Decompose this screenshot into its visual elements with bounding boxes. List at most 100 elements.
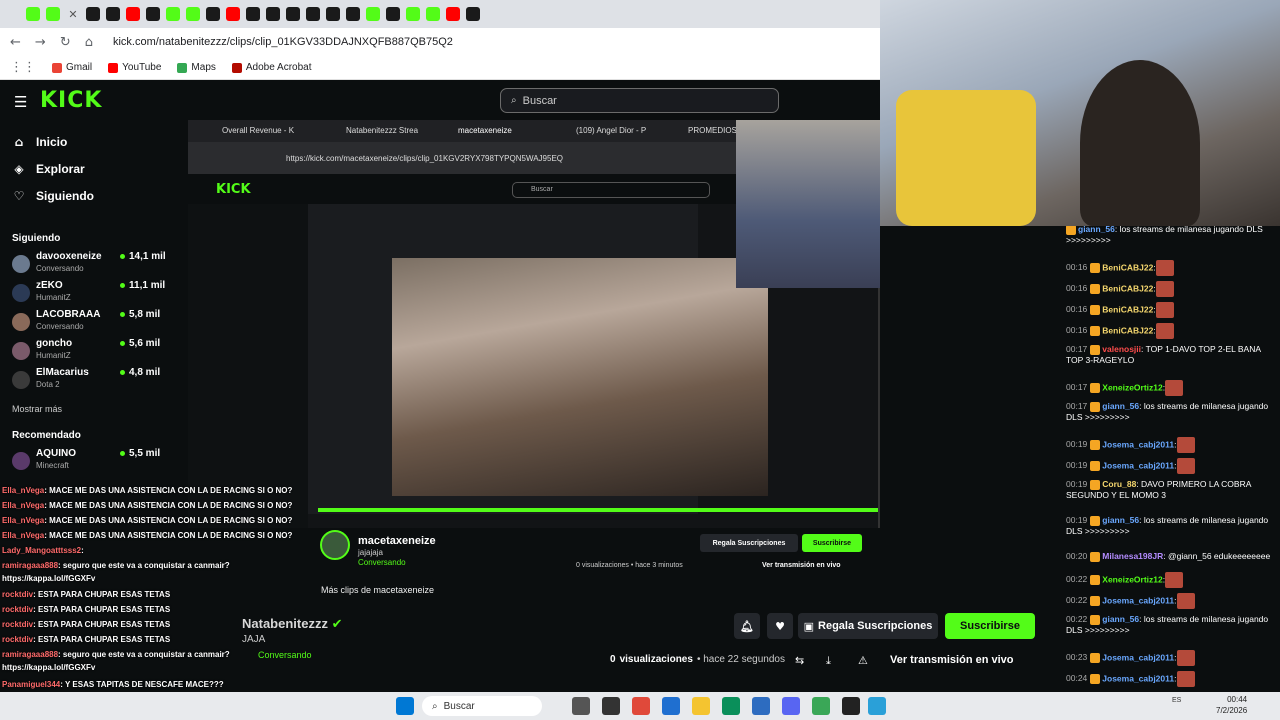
- chat-username[interactable]: Josema_cabj2011: [1102, 595, 1174, 605]
- browser-tab[interactable]: [246, 7, 260, 21]
- clip-live-link[interactable]: Ver transmisión en vivo: [762, 562, 841, 569]
- chat-username[interactable]: BeniCABJ22: [1102, 325, 1153, 335]
- chat-username[interactable]: Josema_cabj2011: [1102, 439, 1174, 449]
- chat-username[interactable]: valenosjii: [1102, 344, 1141, 354]
- chat-username[interactable]: Milanesa198JR: [1102, 551, 1163, 561]
- clip-subscribe-button[interactable]: Suscribirse: [802, 534, 862, 552]
- browser-tab[interactable]: [386, 7, 400, 21]
- home-icon[interactable]: ⌂: [85, 35, 93, 50]
- nav-inicio[interactable]: ⌂ Inicio: [12, 135, 68, 149]
- browser-tab[interactable]: [426, 7, 440, 21]
- browser-tab[interactable]: [206, 7, 220, 21]
- sub-badge-icon: [1090, 674, 1101, 684]
- clip-channel-avatar[interactable]: [320, 530, 350, 560]
- apps-icon[interactable]: ⋮⋮: [10, 60, 36, 75]
- chat-username[interactable]: BeniCABJ22: [1102, 283, 1153, 293]
- inner-progress[interactable]: [318, 508, 878, 512]
- browser-tab[interactable]: [226, 7, 240, 21]
- reload-icon[interactable]: ↻: [60, 35, 71, 50]
- nav-explorar[interactable]: ◈ Explorar: [12, 162, 84, 176]
- browser-tab[interactable]: [266, 7, 280, 21]
- app-icon[interactable]: [868, 697, 886, 715]
- following-item[interactable]: zEKO HumanitZ 11,1 mil: [12, 280, 182, 308]
- overlay-chat-line: rocktdiv: ESTA PARA CHUPAR ESAS TETAS: [2, 620, 171, 629]
- browser-tab[interactable]: [26, 7, 40, 21]
- subscribe-button[interactable]: Suscribirse: [945, 613, 1035, 639]
- app-icon[interactable]: [752, 697, 770, 715]
- chrome-profile-icon[interactable]: [812, 697, 830, 715]
- chat-username[interactable]: Josema_cabj2011: [1102, 460, 1174, 470]
- notification-bell-icon[interactable]: 🔔︎: [734, 613, 760, 639]
- inner-kick-header: KICK Buscar: [188, 174, 736, 204]
- menu-icon[interactable]: ☰: [14, 93, 27, 111]
- stream-video[interactable]: Overall Revenue - K Natabenitezzz Strea …: [188, 120, 880, 528]
- browser-tab[interactable]: [346, 7, 360, 21]
- app-icon[interactable]: [602, 697, 620, 715]
- sub-badge-icon: [1090, 653, 1101, 663]
- following-item[interactable]: davooxeneize Conversando 14,1 mil: [12, 251, 182, 279]
- following-item[interactable]: ElMacarius Dota 2 4,8 mil: [12, 367, 182, 395]
- forward-icon[interactable]: →: [35, 35, 46, 50]
- bookmark-acrobat[interactable]: Adobe Acrobat: [231, 62, 311, 73]
- browser-tab[interactable]: [46, 7, 60, 21]
- gift-subs-button[interactable]: ▣ Regala Suscripciones: [798, 613, 938, 639]
- browser-tab[interactable]: [306, 7, 320, 21]
- watch-live-link[interactable]: Ver transmisión en vivo: [890, 654, 1014, 666]
- browser-tab[interactable]: [86, 7, 100, 21]
- start-icon[interactable]: [396, 697, 414, 715]
- browser-tab[interactable]: [166, 7, 180, 21]
- browser-tab[interactable]: [186, 7, 200, 21]
- folder-icon[interactable]: [692, 697, 710, 715]
- clock[interactable]: 00:44 7/2/2026: [1216, 694, 1247, 716]
- language-indicator[interactable]: ES: [1172, 697, 1181, 704]
- chat-username[interactable]: Josema_cabj2011: [1102, 673, 1174, 683]
- bookmark-gmail[interactable]: Gmail: [52, 62, 92, 73]
- search-input[interactable]: ⌕ Buscar: [500, 88, 779, 113]
- share-icon[interactable]: ⇆: [795, 654, 804, 667]
- bookmark-youtube[interactable]: YouTube: [108, 62, 161, 73]
- kick-logo[interactable]: KICK: [40, 88, 102, 113]
- browser-tab[interactable]: [286, 7, 300, 21]
- chat-username[interactable]: Coru_88: [1102, 479, 1136, 489]
- chat-username[interactable]: giann_56: [1102, 515, 1139, 525]
- browser-tab[interactable]: [446, 7, 460, 21]
- obs-icon[interactable]: [842, 697, 860, 715]
- back-icon[interactable]: ←: [10, 35, 21, 50]
- store-icon[interactable]: [662, 697, 680, 715]
- browser-tab[interactable]: [146, 7, 160, 21]
- discord-icon[interactable]: [782, 697, 800, 715]
- close-tab-icon[interactable]: ✕: [66, 8, 80, 21]
- clip-gift-button[interactable]: Regala Suscripciones: [700, 534, 798, 552]
- browser-tab[interactable]: [406, 7, 420, 21]
- following-item[interactable]: goncho HumanitZ 5,6 mil: [12, 338, 182, 366]
- report-icon[interactable]: ⚠: [858, 654, 868, 667]
- chat-username[interactable]: XeneizeOrtiz12: [1102, 382, 1162, 392]
- chat-username[interactable]: giann_56: [1102, 614, 1139, 624]
- edge-icon[interactable]: [722, 697, 740, 715]
- heart-icon: ♡: [13, 189, 25, 203]
- browser-tab[interactable]: [466, 7, 480, 21]
- bookmark-maps[interactable]: Maps: [177, 62, 216, 73]
- following-item[interactable]: LACOBRAAA Conversando 5,8 mil: [12, 309, 182, 337]
- taskview-icon[interactable]: [572, 697, 590, 715]
- chat-username[interactable]: giann_56: [1102, 401, 1139, 411]
- clip-channel-name[interactable]: macetaxeneize: [358, 535, 436, 547]
- follow-heart-icon[interactable]: ♥: [767, 613, 793, 639]
- url-field[interactable]: kick.com/natabenitezzz/clips/clip_01KGV3…: [113, 36, 453, 48]
- show-more-link[interactable]: Mostrar más: [12, 404, 62, 414]
- recommended-item[interactable]: AQUINO Minecraft 5,5 mil: [12, 448, 182, 476]
- chrome-icon[interactable]: [632, 697, 650, 715]
- clip-category[interactable]: Conversando: [358, 558, 406, 567]
- browser-tab[interactable]: [126, 7, 140, 21]
- browser-tab[interactable]: [106, 7, 120, 21]
- browser-tab[interactable]: [326, 7, 340, 21]
- browser-tab[interactable]: [366, 7, 380, 21]
- nav-siguiendo[interactable]: ♡ Siguiendo: [12, 189, 94, 203]
- chat-username[interactable]: BeniCABJ22: [1102, 262, 1153, 272]
- download-icon[interactable]: ⤓: [826, 654, 831, 668]
- chat-username[interactable]: BeniCABJ22: [1102, 304, 1153, 314]
- chat-username[interactable]: giann_56: [1078, 226, 1115, 234]
- chat-username[interactable]: Josema_cabj2011: [1102, 652, 1174, 662]
- taskbar-search[interactable]: ⌕ Buscar: [422, 696, 542, 716]
- chat-username[interactable]: XeneizeOrtiz12: [1102, 574, 1162, 584]
